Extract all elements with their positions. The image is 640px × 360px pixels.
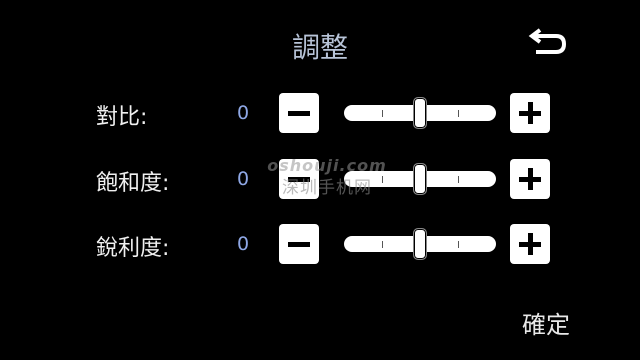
contrast-increase-button[interactable] xyxy=(510,93,550,133)
saturation-decrease-button[interactable] xyxy=(279,159,319,199)
plus-icon xyxy=(519,168,541,190)
contrast-slider-thumb[interactable] xyxy=(413,97,427,129)
saturation-label: 飽和度: xyxy=(96,171,170,196)
saturation-value: 0 xyxy=(236,168,250,190)
minus-icon xyxy=(288,241,310,247)
contrast-row: 對比: 0 xyxy=(0,93,640,135)
contrast-label: 對比: xyxy=(96,105,148,130)
sharpness-label: 銳利度: xyxy=(96,236,170,261)
sharpness-decrease-button[interactable] xyxy=(279,224,319,264)
plus-icon xyxy=(519,102,541,124)
sharpness-increase-button[interactable] xyxy=(510,224,550,264)
back-arrow-icon xyxy=(528,28,567,54)
sharpness-slider-thumb[interactable] xyxy=(413,228,427,260)
contrast-decrease-button[interactable] xyxy=(279,93,319,133)
back-button[interactable] xyxy=(526,24,570,58)
contrast-slider[interactable] xyxy=(344,97,496,129)
plus-icon xyxy=(519,233,541,255)
minus-icon xyxy=(288,110,310,116)
saturation-row: 飽和度: 0 xyxy=(0,159,640,201)
minus-icon xyxy=(288,176,310,182)
saturation-increase-button[interactable] xyxy=(510,159,550,199)
sharpness-slider[interactable] xyxy=(344,228,496,260)
contrast-value: 0 xyxy=(236,102,250,124)
saturation-slider-thumb[interactable] xyxy=(413,163,427,195)
sharpness-value: 0 xyxy=(236,233,250,255)
saturation-slider[interactable] xyxy=(344,163,496,195)
confirm-button[interactable]: 確定 xyxy=(522,305,570,340)
sharpness-row: 銳利度: 0 xyxy=(0,224,640,266)
